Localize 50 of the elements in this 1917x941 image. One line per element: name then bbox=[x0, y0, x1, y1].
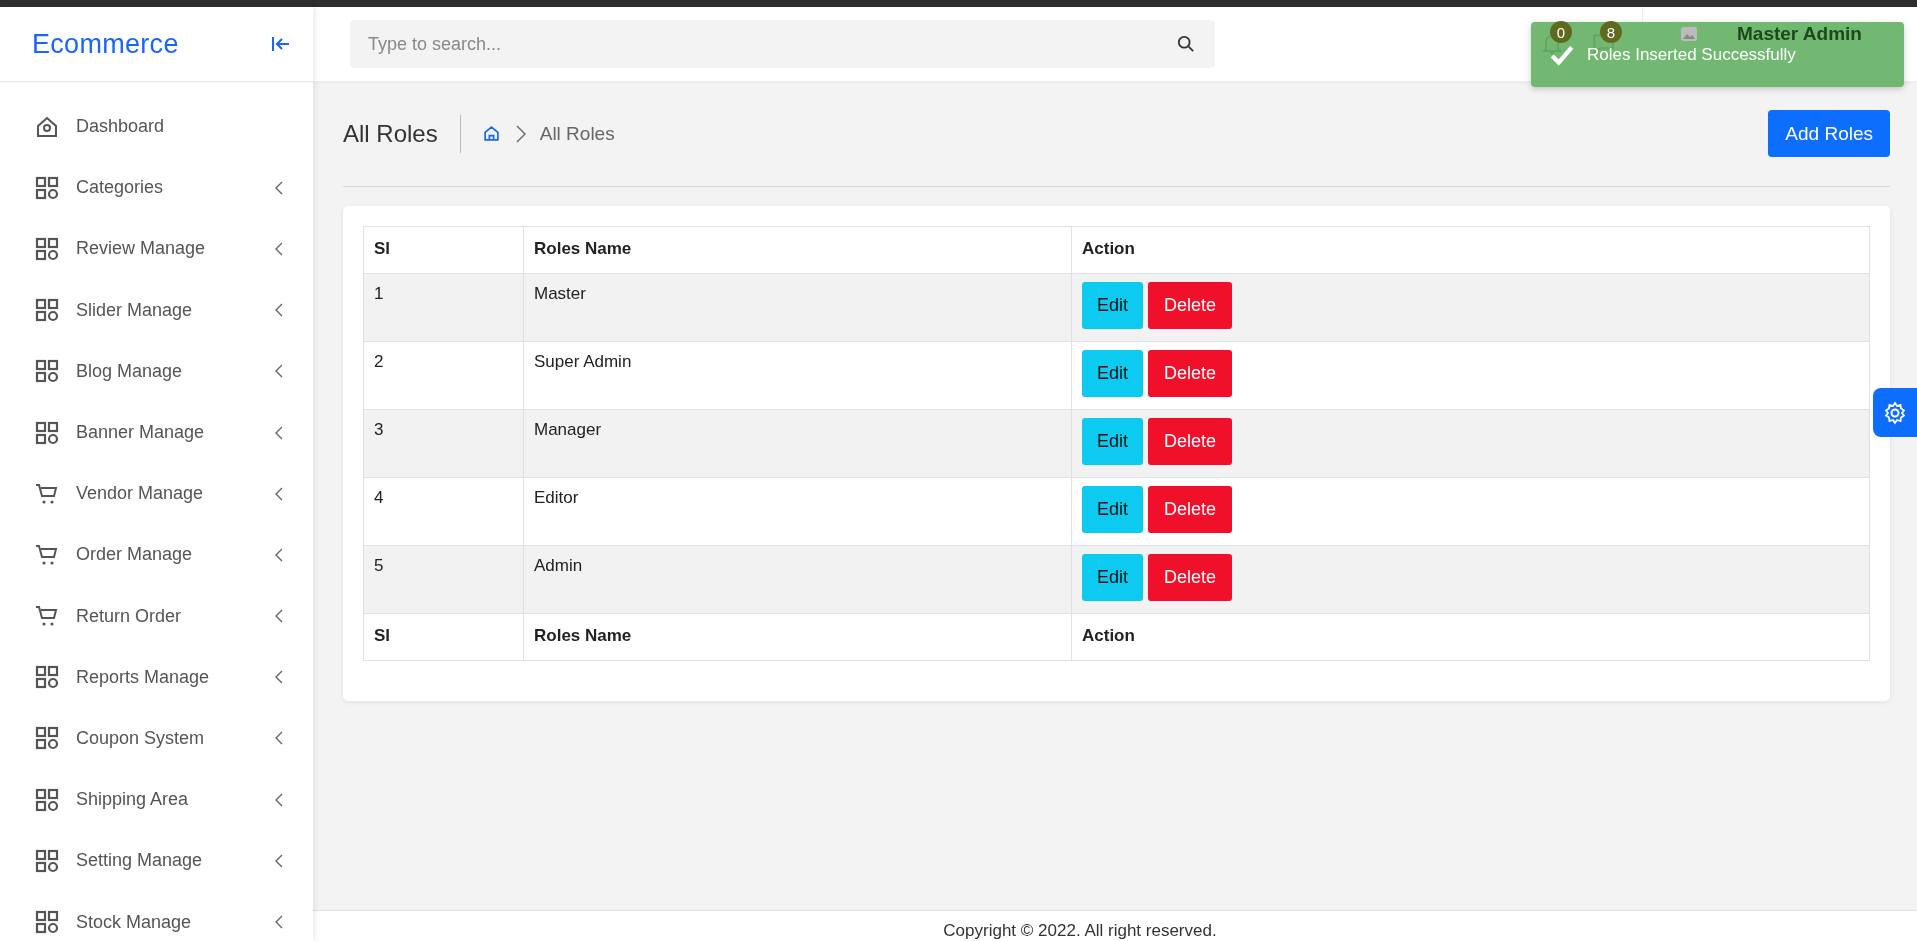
menu-item[interactable]: Vendor Manage bbox=[0, 463, 313, 525]
search-field[interactable]: Type to search... bbox=[350, 20, 1215, 68]
menu-item[interactable]: Order Manage bbox=[0, 524, 313, 586]
table-cell: Super Admin bbox=[523, 341, 1072, 410]
menu-item[interactable]: Coupon System bbox=[0, 707, 313, 770]
menu-item[interactable]: Shipping Area bbox=[0, 769, 313, 831]
column-footer: Roles Name bbox=[523, 613, 1072, 661]
column-footer: Sl bbox=[363, 613, 524, 661]
table-cell: Manager bbox=[523, 409, 1072, 478]
menu-item[interactable]: Return Order bbox=[0, 585, 313, 647]
edit-button[interactable]: Edit bbox=[1082, 554, 1144, 601]
table-cell: Admin bbox=[523, 545, 1072, 614]
delete-button[interactable]: Delete bbox=[1148, 282, 1233, 329]
copyright-text: Copyright © 2022. All right reserved. bbox=[943, 921, 1218, 941]
menu-item[interactable]: Slider Manage bbox=[0, 279, 313, 341]
delete-button[interactable]: Delete bbox=[1148, 554, 1233, 601]
logo[interactable]: Ecommerce bbox=[32, 28, 179, 60]
page-title: All Roles bbox=[343, 119, 438, 148]
toast-message: Roles Inserted Successfully bbox=[1587, 44, 1796, 65]
delete-button[interactable]: Delete bbox=[1148, 418, 1233, 465]
menu-item[interactable]: Stock Manage bbox=[0, 891, 313, 941]
menu-item[interactable]: Dashboard bbox=[0, 96, 313, 158]
notification-badge: 0 bbox=[1550, 21, 1572, 43]
edit-button[interactable]: Edit bbox=[1082, 282, 1144, 329]
menu-item[interactable]: Review Manage bbox=[0, 218, 313, 280]
delete-button[interactable]: Delete bbox=[1148, 486, 1233, 533]
edit-button[interactable]: Edit bbox=[1082, 486, 1144, 533]
user-name[interactable]: Master Admin bbox=[1737, 23, 1862, 45]
column-header: Sl bbox=[363, 226, 524, 274]
edit-button[interactable]: Edit bbox=[1082, 350, 1144, 397]
menu-item[interactable]: Blog Manage bbox=[0, 340, 313, 402]
table-cell: Master bbox=[523, 273, 1072, 342]
breadcrumb-item: All Roles bbox=[539, 122, 615, 145]
edit-button[interactable]: Edit bbox=[1082, 418, 1144, 465]
add-roles-button[interactable]: Add Roles bbox=[1768, 110, 1890, 157]
menu-item[interactable]: Categories bbox=[0, 157, 313, 219]
column-header: Roles Name bbox=[523, 226, 1072, 274]
table-cell: 4 bbox=[363, 477, 524, 546]
column-header: Action bbox=[1071, 226, 1870, 274]
table-cell: Editor bbox=[523, 477, 1072, 546]
table-cell: 2 bbox=[363, 341, 524, 410]
menu-item[interactable]: Reports Manage bbox=[0, 646, 313, 708]
table-cell: 1 bbox=[363, 273, 524, 342]
column-footer: Action bbox=[1071, 613, 1870, 661]
message-badge: 8 bbox=[1600, 21, 1622, 43]
delete-button[interactable]: Delete bbox=[1148, 350, 1233, 397]
menu-item[interactable]: Setting Manage bbox=[0, 830, 313, 892]
menu-item[interactable]: Banner Manage bbox=[0, 401, 313, 464]
table-cell: 3 bbox=[363, 409, 524, 478]
table-cell: 5 bbox=[363, 545, 524, 614]
